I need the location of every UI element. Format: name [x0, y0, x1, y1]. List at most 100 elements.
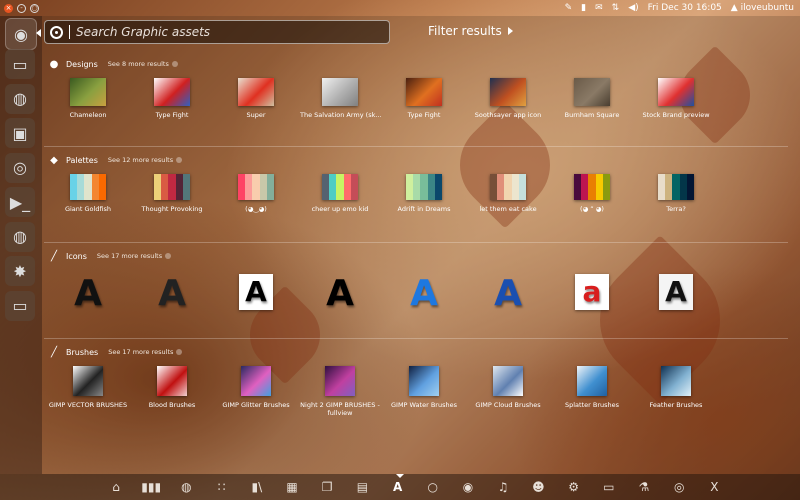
music-lens-icon[interactable]: ∷: [214, 479, 230, 495]
see-more-link[interactable]: See 12 more results: [108, 156, 183, 164]
apps-icon[interactable]: ▮▮▮: [141, 479, 161, 495]
result-item[interactable]: Burnham Square: [552, 78, 632, 119]
result-item[interactable]: The Salvation Army (sk...: [300, 78, 382, 119]
globe-icon[interactable]: ◎: [671, 479, 687, 495]
result-item[interactable]: cheer up emo kid: [300, 174, 380, 213]
result-item[interactable]: Stock Brand preview: [636, 78, 716, 119]
result-item[interactable]: Super: [216, 78, 296, 119]
see-more-link[interactable]: See 17 more results: [108, 348, 183, 356]
docs-icon[interactable]: ❐: [319, 479, 335, 495]
category-divider: [44, 242, 788, 243]
result-label: Giant Goldfish: [64, 205, 112, 213]
result-item[interactable]: Chameleon: [48, 78, 128, 119]
color-swatch: [329, 174, 337, 200]
result-item[interactable]: let them eat cake: [468, 174, 548, 213]
result-item[interactable]: A: [468, 274, 548, 314]
result-item[interactable]: GIMP Cloud Brushes: [468, 366, 548, 409]
keyboard-icon[interactable]: ✎: [565, 3, 573, 13]
result-item[interactable]: Soothsayer app icon: [468, 78, 548, 119]
terminal-icon[interactable]: ▶_: [5, 187, 35, 217]
x-icon[interactable]: X: [706, 479, 722, 495]
battery-icon[interactable]: ▮: [581, 3, 586, 13]
font-icon: A: [494, 273, 522, 314]
folder-icon[interactable]: ▭: [601, 479, 617, 495]
gadgets-icon[interactable]: ⚙: [566, 479, 582, 495]
folder-icon[interactable]: ▣: [5, 118, 35, 148]
result-item[interactable]: A: [132, 274, 212, 314]
color-swatch: [70, 174, 78, 200]
volume-icon[interactable]: ◀): [628, 3, 638, 13]
color-swatch: [91, 174, 99, 200]
music-icon[interactable]: ♫: [495, 479, 511, 495]
color-swatch: [420, 174, 428, 200]
calendar-icon[interactable]: ▦: [284, 479, 300, 495]
result-item[interactable]: A: [300, 274, 380, 314]
result-item[interactable]: GIMP VECTOR BRUSHES: [48, 366, 128, 409]
thumbnail-image: [241, 366, 271, 396]
user-menu[interactable]: ▲ iloveubuntu: [731, 3, 794, 13]
color-swatch: [658, 174, 666, 200]
files-icon[interactable]: ▭: [5, 49, 35, 79]
result-label: Thought Provoking: [141, 205, 203, 213]
result-item[interactable]: Adrift in Dreams: [384, 174, 464, 213]
graphics-icon[interactable]: A: [390, 479, 406, 495]
dash-home-icon[interactable]: ◉: [5, 18, 37, 50]
notes-icon[interactable]: ▤: [354, 479, 370, 495]
result-item[interactable]: Type Fight: [132, 78, 212, 119]
color-swatch: [504, 174, 512, 200]
result-item[interactable]: Giant Goldfish: [48, 174, 128, 213]
palette-swatch: [154, 174, 191, 200]
home-icon[interactable]: ⌂: [108, 479, 124, 495]
result-item[interactable]: A: [216, 274, 296, 310]
circle-icon[interactable]: ○: [425, 479, 441, 495]
color-swatch: [588, 174, 596, 200]
minimize-window-button[interactable]: -: [17, 3, 26, 13]
search-box[interactable]: [44, 20, 390, 44]
result-item[interactable]: A: [636, 274, 716, 310]
flask-icon[interactable]: ⚗: [636, 479, 652, 495]
palette-swatch: [406, 174, 443, 200]
chrome-icon[interactable]: ◍: [5, 221, 35, 252]
firefox-icon[interactable]: ◍: [5, 83, 35, 114]
color-swatch: [427, 174, 435, 200]
result-item[interactable]: Night 2 GIMP BRUSHES - fullview: [300, 366, 380, 417]
reddit-icon[interactable]: ☻: [530, 479, 546, 495]
radar-icon[interactable]: ◉: [460, 479, 476, 495]
result-item[interactable]: (◕ ” ◕): [552, 174, 632, 213]
chevron-right-icon: [507, 27, 513, 35]
maximize-window-button[interactable]: ○: [30, 3, 39, 13]
window-icon[interactable]: ▭: [5, 290, 35, 321]
see-more-label: See 17 more results: [96, 252, 163, 260]
font-icon: A: [74, 273, 102, 314]
result-label: Adrift in Dreams: [397, 205, 451, 213]
close-window-button[interactable]: ×: [4, 3, 13, 13]
mail-icon[interactable]: ✉: [595, 3, 603, 13]
result-item[interactable]: Splatter Brushes: [552, 366, 632, 409]
books-icon[interactable]: ▮\: [249, 479, 265, 495]
files-icon[interactable]: ◍: [178, 479, 194, 495]
result-item[interactable]: Terra?: [636, 174, 716, 213]
see-more-link[interactable]: See 8 more results: [108, 60, 178, 68]
result-item[interactable]: A: [48, 274, 128, 314]
result-label: Type Fight: [407, 111, 441, 119]
result-item[interactable]: Thought Provoking: [132, 174, 212, 213]
result-item[interactable]: Feather Brushes: [636, 366, 716, 409]
see-more-link[interactable]: See 17 more results: [96, 252, 172, 260]
settings-icon[interactable]: ◎: [5, 152, 35, 183]
thumbnail-image: [70, 78, 106, 106]
result-item[interactable]: GIMP Water Brushes: [384, 366, 464, 409]
filter-results-button[interactable]: Filter results: [428, 24, 513, 38]
result-item[interactable]: (◕‿◕): [216, 174, 296, 213]
color-swatch: [98, 174, 107, 200]
eclipse-icon[interactable]: ✸: [5, 256, 35, 286]
color-swatch: [497, 174, 505, 200]
see-more-label: See 8 more results: [107, 60, 169, 68]
result-item[interactable]: a: [552, 274, 632, 310]
result-item[interactable]: A: [384, 274, 464, 314]
result-item[interactable]: Type Fight: [384, 78, 464, 119]
result-item[interactable]: Blood Brushes: [132, 366, 212, 409]
network-icon[interactable]: ⇅: [612, 3, 620, 13]
clock[interactable]: Fri Dec 30 16:05: [648, 3, 722, 13]
result-item[interactable]: GIMP Glitter Brushes: [216, 366, 296, 409]
search-input[interactable]: [74, 24, 378, 40]
